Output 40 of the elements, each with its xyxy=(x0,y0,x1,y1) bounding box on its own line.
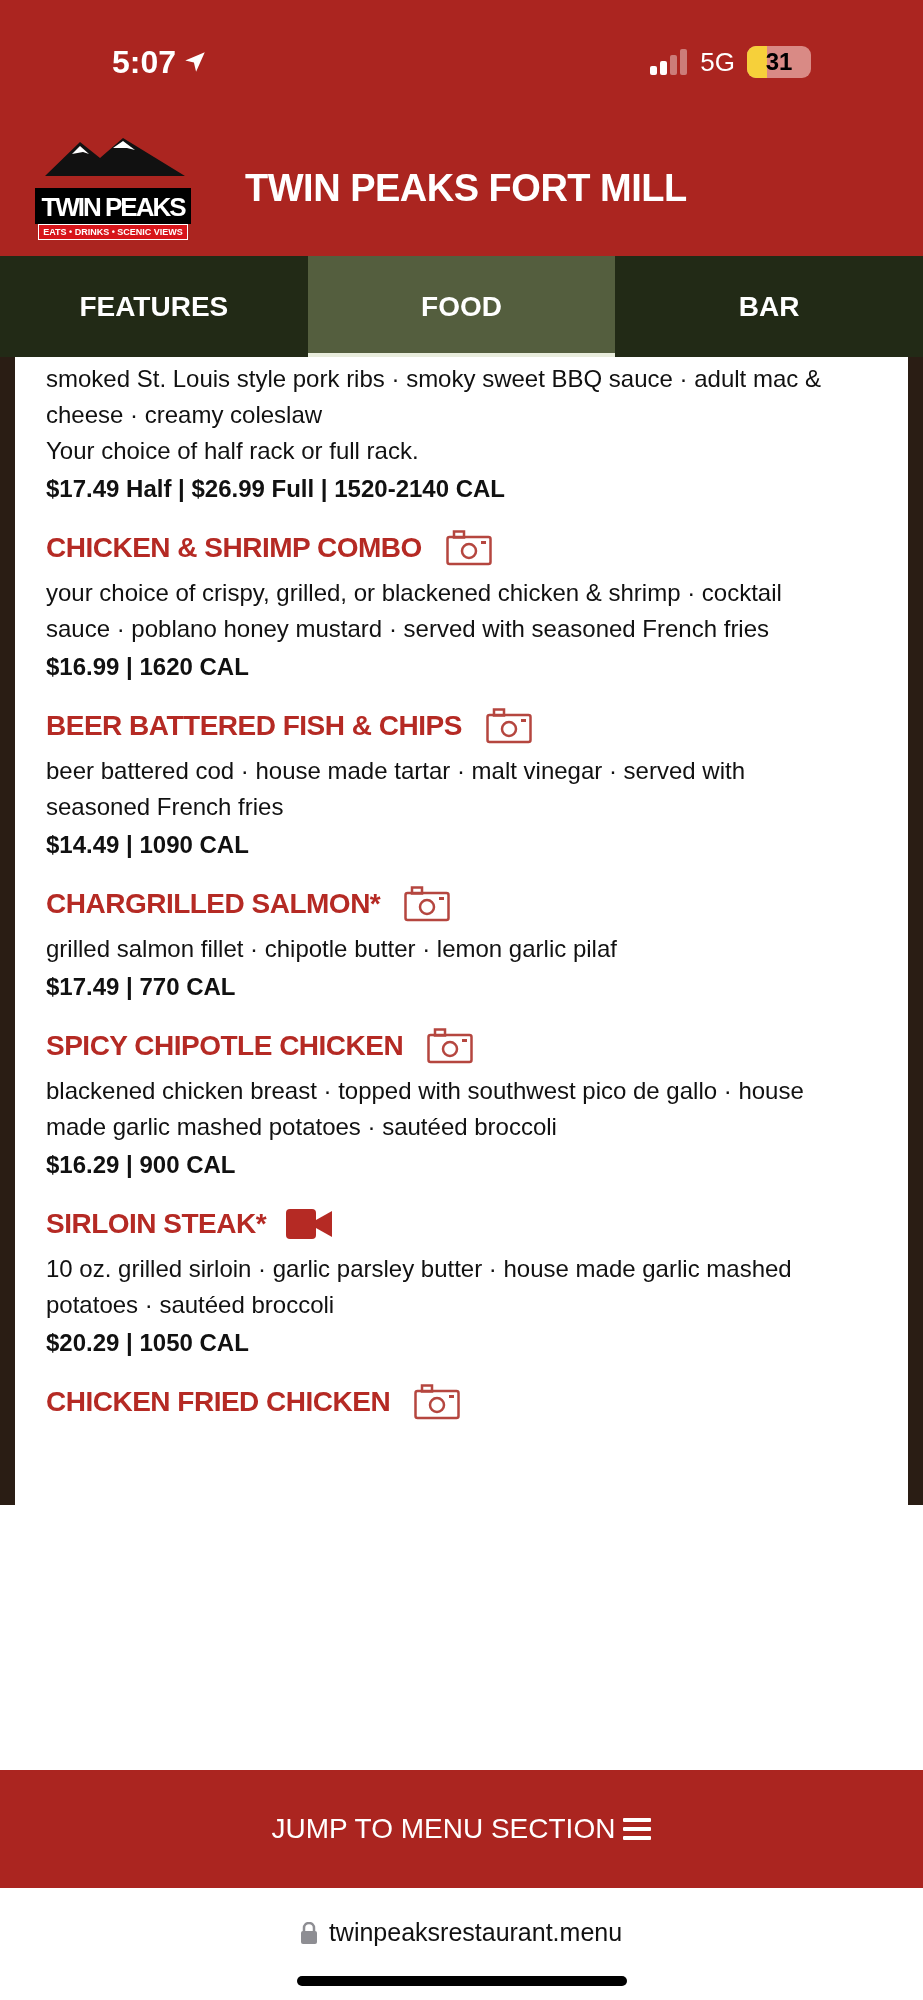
camera-icon[interactable] xyxy=(414,1384,461,1420)
logo[interactable]: TWIN PEAKS EATS • DRINKS • SCENIC VIEWS xyxy=(25,136,201,240)
menu-tab[interactable]: FOOD xyxy=(307,256,616,357)
camera-icon[interactable] xyxy=(427,1028,474,1064)
dish-name: CHICKEN FRIED CHICKEN xyxy=(46,1385,391,1419)
page-title: TWIN PEAKS FORT MILL xyxy=(245,165,687,211)
video-camera-icon[interactable] xyxy=(286,1209,333,1239)
dish-description: blackened chicken breast · topped with southwest pico de gallo · house made garlic mashed potatoes · sautéed broccoli xyxy=(46,1076,805,1142)
camera-icon[interactable] xyxy=(445,530,492,566)
price-calories: $17.49 | 770 CAL xyxy=(46,972,237,1002)
price-calories: $14.49 | 1090 CAL xyxy=(46,830,250,860)
url-text[interactable]: twinpeaksrestaurant.menu xyxy=(328,1914,623,1952)
price-calories: $17.49 Half | $26.99 Full | 1520-2140 CAL xyxy=(46,474,506,504)
logo-tagline: EATS • DRINKS • SCENIC VIEWS xyxy=(38,224,188,240)
network-label: 5G xyxy=(700,45,735,79)
dish-description: grilled salmon fillet · chipotle butter · lemon garlic pilaf xyxy=(46,934,618,964)
signal-icon xyxy=(650,49,689,75)
dish-name: SPICY CHIPOTLE CHICKEN xyxy=(46,1029,404,1063)
dish-description: beer battered cod · house made tartar · malt vinegar · served with seasoned French fries xyxy=(46,756,746,822)
dish-name: CHARGRILLED SALMON* xyxy=(46,887,381,921)
dish-name: SIRLOIN STEAK* xyxy=(46,1207,267,1241)
home-indicator[interactable] xyxy=(296,1975,627,1986)
dish-name: CHICKEN & SHRIMP COMBO xyxy=(46,531,422,565)
menu-icon xyxy=(623,1817,652,1841)
battery-percent: 31 xyxy=(765,47,793,77)
price-calories: $16.29 | 900 CAL xyxy=(46,1150,237,1180)
dish-description: 10 oz. grilled sirloin · garlic parsley butter · house made garlic mashed potatoes · sautéed broccoli xyxy=(46,1254,793,1320)
dish-note: Your choice of half rack or full rack. xyxy=(46,436,420,466)
price-calories: $20.29 | 1050 CAL xyxy=(46,1328,250,1358)
camera-icon[interactable] xyxy=(485,708,532,744)
jump-to-menu-section-button[interactable]: JUMP TO MENU SECTION xyxy=(0,1770,923,1888)
dish-name: BEER BATTERED FISH & CHIPS xyxy=(46,709,462,743)
mountains-icon xyxy=(45,136,185,176)
dish-description: smoked St. Louis style pork ribs · smoky sweet BBQ sauce · adult mac & cheese · creamy coleslaw xyxy=(46,364,822,430)
price-calories: $16.99 | 1620 CAL xyxy=(46,652,250,682)
dish-description: your choice of crispy, grilled, or blackened chicken & shrimp · cocktail sauce · poblano honey mustard · served with seasoned French fries xyxy=(46,578,783,644)
logo-wordmark: TWIN PEAKS xyxy=(41,191,185,224)
status-time: 5:07 xyxy=(112,43,177,82)
camera-icon[interactable] xyxy=(404,886,451,922)
lock-icon xyxy=(300,1921,317,1944)
